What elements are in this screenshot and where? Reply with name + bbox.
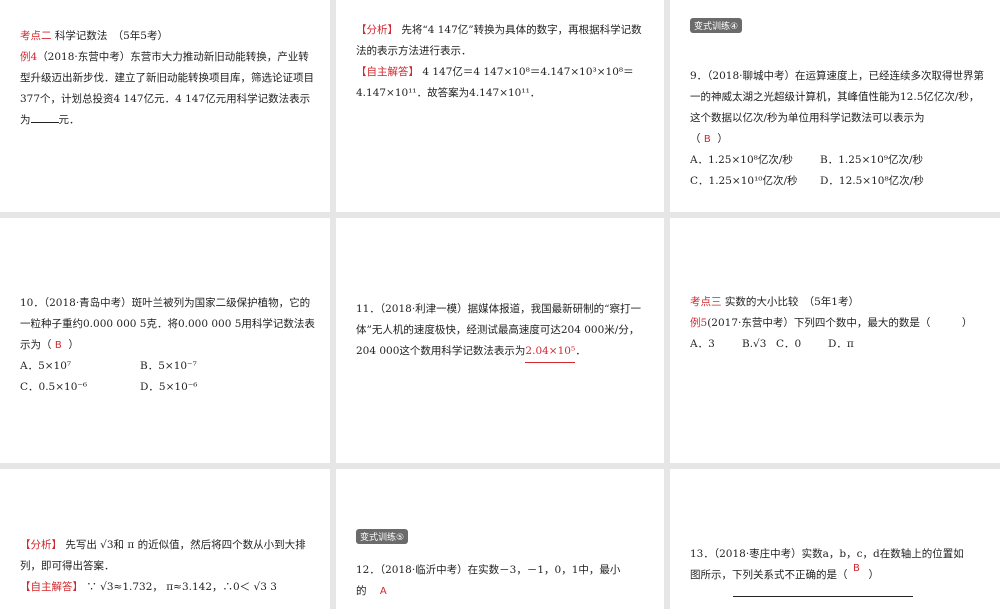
question-text: 9．（2018·聊城中考）在运算速度上，已经连续多次取得世界第一的神威太湖之光超…: [690, 70, 984, 124]
question-text: 13．（2018·枣庄中考）实数a，b，c，d在数轴上的位置如: [690, 548, 964, 560]
analysis-label: 【分析】: [356, 24, 398, 36]
number-line: [733, 596, 913, 597]
slide-question-9: 变式训练④ 9．（2018·聊城中考）在运算速度上，已经连续多次取得世界第一的神…: [670, 0, 1000, 212]
question-text-2: 图所示，下列关系式不正确的是（ ）: [690, 569, 879, 581]
question-11: 11．（2018·利津一模）据媒体报道，我国最新研制的“察打一体”无人机的速度极…: [356, 299, 650, 363]
option-d: D．5×10⁻⁶: [140, 381, 198, 393]
tail: ．: [575, 345, 586, 357]
paren: （: [690, 133, 701, 145]
answer-text: ∵ √3≈1.732， π≈3.142，∴0＜ √3 3: [83, 581, 277, 593]
slide-solution-5: 【分析】 先写出 √3和 π 的近似值，然后将四个数从小到大排列，即可得出答案．…: [0, 469, 330, 609]
slide-question-10: 10．（2018·青岛中考）斑叶兰被列为国家二级保护植物，它的一粒种子重约0.0…: [0, 218, 330, 463]
slide-solution-4: 【分析】 先将“4 147亿”转换为具体的数字，再根据科学记数法的表示方法进行表…: [336, 0, 664, 212]
practice-badge: 变式训练⑤: [356, 529, 409, 544]
option-a: A．5×10⁷: [20, 360, 72, 372]
answer-label: 【自主解答】: [356, 66, 419, 78]
option-b: B．5×10⁻⁷: [140, 360, 197, 372]
option-a: A．3: [690, 338, 715, 350]
example-5-text: 考点三 实数的大小比较 （5年1考） 例5(2017·东营中考）下列四个数中，最…: [690, 292, 986, 355]
analysis-text: 先将“4 147亿”转换为具体的数字，再根据科学记数法的表示方法进行表示．: [356, 24, 642, 57]
option-d: D．π: [828, 338, 854, 350]
topic-label: 考点二: [20, 30, 52, 42]
question-text: 11．（2018·利津一模）据媒体报道，我国最新研制的“察打一体”无人机的速度极…: [356, 303, 642, 357]
topic-title: 实数的大小比较 （5年1考）: [721, 296, 859, 308]
option-b: B．1.25×10⁹亿次/秒: [820, 154, 924, 166]
paren: ）: [717, 133, 728, 145]
example-tail: 元．: [58, 114, 80, 126]
practice-badge: 变式训练④: [690, 18, 743, 33]
slide-question-11: 11．（2018·利津一模）据媒体报道，我国最新研制的“察打一体”无人机的速度极…: [336, 218, 664, 463]
answer-label: 【自主解答】: [20, 581, 83, 593]
question-12: 12．（2018·临沂中考）在实数－3，－1，0，1中，最小的 A: [356, 560, 650, 602]
answer-mark: B: [54, 340, 62, 351]
analysis-text: 先写出 √3和 π 的近似值，然后将四个数从小到大排列，即可得出答案．: [20, 539, 306, 572]
question-text: 10．（2018·青岛中考）斑叶兰被列为国家二级保护植物，它的一粒种子重约0.0…: [20, 297, 315, 351]
slide-question-13: 13．（2018·枣庄中考）实数a，b，c，d在数轴上的位置如 B 图所示，下列…: [670, 469, 1000, 609]
example-label: 例5: [690, 317, 708, 329]
solution-text: 【分析】 先写出 √3和 π 的近似值，然后将四个数从小到大排列，即可得出答案．…: [20, 535, 316, 598]
option-d: D．12.5×10⁸亿次/秒: [820, 175, 924, 187]
paren: ）: [68, 339, 79, 351]
answer-mark: B: [703, 134, 711, 145]
question-text: 12．（2018·临沂中考）在实数－3，－1，0，1中，最小的: [356, 564, 621, 597]
slide-question-12: 变式训练⑤ 12．（2018·临沂中考）在实数－3，－1，0，1中，最小的 A: [336, 469, 664, 609]
topic-label: 考点三: [690, 296, 722, 308]
answer-mark: A: [379, 586, 387, 597]
example-label: 例4: [20, 51, 38, 63]
option-c: C．1.25×10¹⁰亿次/秒: [690, 175, 798, 187]
blank: [30, 122, 59, 123]
question-9: 9．（2018·聊城中考）在运算速度上，已经连续多次取得世界第一的神威太湖之光超…: [690, 66, 986, 192]
option-a: A．1.25×10⁸亿次/秒: [690, 154, 793, 166]
question-13: 13．（2018·枣庄中考）实数a，b，c，d在数轴上的位置如 B 图所示，下列…: [690, 544, 986, 586]
analysis-label: 【分析】: [20, 539, 62, 551]
example-question: (2017·东营中考）下列四个数中，最大的数是（ ）: [707, 317, 973, 329]
answer-mark: B: [853, 563, 860, 574]
example-4-text: 考点二 科学记数法 （5年5考） 例4（2018·东营中考）东营市大力推动新旧动…: [20, 26, 316, 131]
option-c: C．0: [776, 338, 802, 350]
topic-title: 科学记数法 （5年5考）: [51, 30, 168, 42]
slide-example-5: 考点三 实数的大小比较 （5年1考） 例5(2017·东营中考）下列四个数中，最…: [670, 218, 1000, 463]
option-b: B.√3: [742, 338, 767, 350]
slide-example-4: 考点二 科学记数法 （5年5考） 例4（2018·东营中考）东营市大力推动新旧动…: [0, 0, 330, 212]
question-10: 10．（2018·青岛中考）斑叶兰被列为国家二级保护植物，它的一粒种子重约0.0…: [20, 293, 316, 398]
solution-text: 【分析】 先将“4 147亿”转换为具体的数字，再根据科学记数法的表示方法进行表…: [356, 20, 650, 104]
answer-blank: 2.04×10⁵: [525, 341, 576, 363]
option-c: C．0.5×10⁻⁶: [20, 381, 88, 393]
